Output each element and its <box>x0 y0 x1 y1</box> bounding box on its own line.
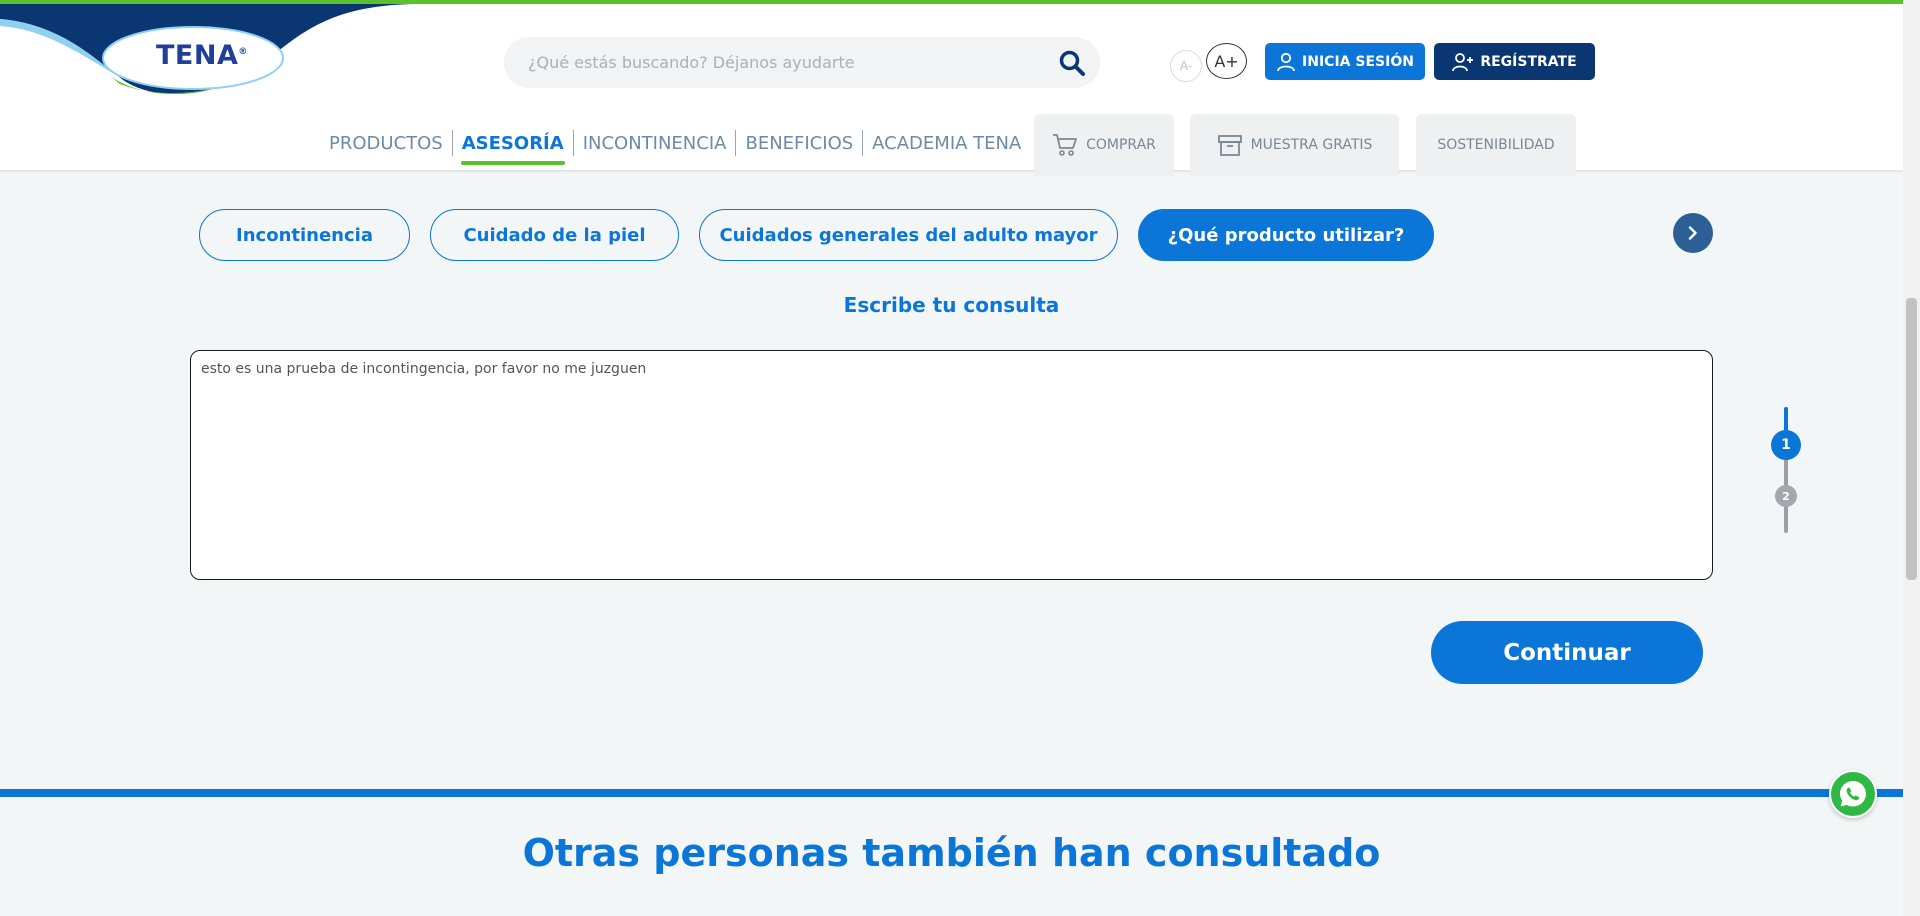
registered-mark: ® <box>238 47 248 57</box>
search-icon[interactable] <box>1058 49 1086 77</box>
register-button[interactable]: REGÍSTRATE <box>1434 43 1595 80</box>
tab-free-sample[interactable]: MUESTRA GRATIS <box>1190 114 1399 176</box>
stepper-step-1: 1 <box>1771 430 1801 460</box>
page-scrollbar-thumb[interactable] <box>1906 298 1917 580</box>
nav-item-incontinencia[interactable]: INCONTINENCIA <box>574 130 736 156</box>
user-icon <box>1277 52 1295 71</box>
nav-item-productos[interactable]: PRODUCTOS <box>320 130 452 156</box>
tab-sustainability-label: SOSTENIBILIDAD <box>1437 137 1555 153</box>
category-chip-elder-care[interactable]: Cuidados generales del adulto mayor <box>699 209 1118 261</box>
font-increase-button[interactable]: A+ <box>1206 43 1247 79</box>
font-decrease-button[interactable]: A- <box>1170 50 1202 82</box>
category-chip-which-product[interactable]: ¿Qué producto utilizar? <box>1138 209 1434 261</box>
tena-logo[interactable]: TENA® <box>0 4 420 99</box>
logo-text: TENA® <box>156 40 248 71</box>
box-icon <box>1217 135 1242 156</box>
category-chip-skin-care[interactable]: Cuidado de la piel <box>430 209 679 261</box>
stepper-step-2: 2 <box>1775 485 1797 507</box>
login-label: INICIA SESIÓN <box>1302 53 1414 70</box>
site-header: TENA® A- A+ INICIA SESIÓN REGÍSTRATE PRO… <box>0 0 1920 176</box>
section-heading: Otras personas también han consultado <box>522 831 1381 875</box>
whatsapp-button[interactable] <box>1829 770 1877 818</box>
category-chip-incontinencia[interactable]: Incontinencia <box>199 209 410 261</box>
register-label: REGÍSTRATE <box>1480 53 1577 70</box>
login-button[interactable]: INICIA SESIÓN <box>1265 43 1425 80</box>
tab-sustainability[interactable]: SOSTENIBILIDAD <box>1416 114 1576 176</box>
nav-item-asesoria[interactable]: ASESORÍA <box>453 130 573 165</box>
query-textarea[interactable] <box>190 350 1713 580</box>
main-nav: PRODUCTOS ASESORÍA INCONTINENCIA BENEFIC… <box>320 126 1030 165</box>
tab-shop[interactable]: COMPRAR <box>1034 114 1174 176</box>
chips-next-button[interactable] <box>1673 213 1713 253</box>
whatsapp-icon <box>1840 781 1866 807</box>
chevron-right-icon <box>1688 226 1697 240</box>
cart-icon <box>1053 134 1078 156</box>
tab-sample-label: MUESTRA GRATIS <box>1250 137 1373 153</box>
user-plus-icon <box>1452 52 1474 71</box>
continue-button[interactable]: Continuar <box>1431 621 1703 684</box>
section-divider <box>0 789 1903 797</box>
nav-item-beneficios[interactable]: BENEFICIOS <box>736 130 862 156</box>
tab-shop-label: COMPRAR <box>1086 137 1156 153</box>
search-box <box>504 37 1100 88</box>
query-title: Escribe tu consulta <box>843 293 1060 317</box>
search-input[interactable] <box>528 37 1048 88</box>
nav-item-academia[interactable]: ACADEMIA TENA <box>863 130 1030 156</box>
